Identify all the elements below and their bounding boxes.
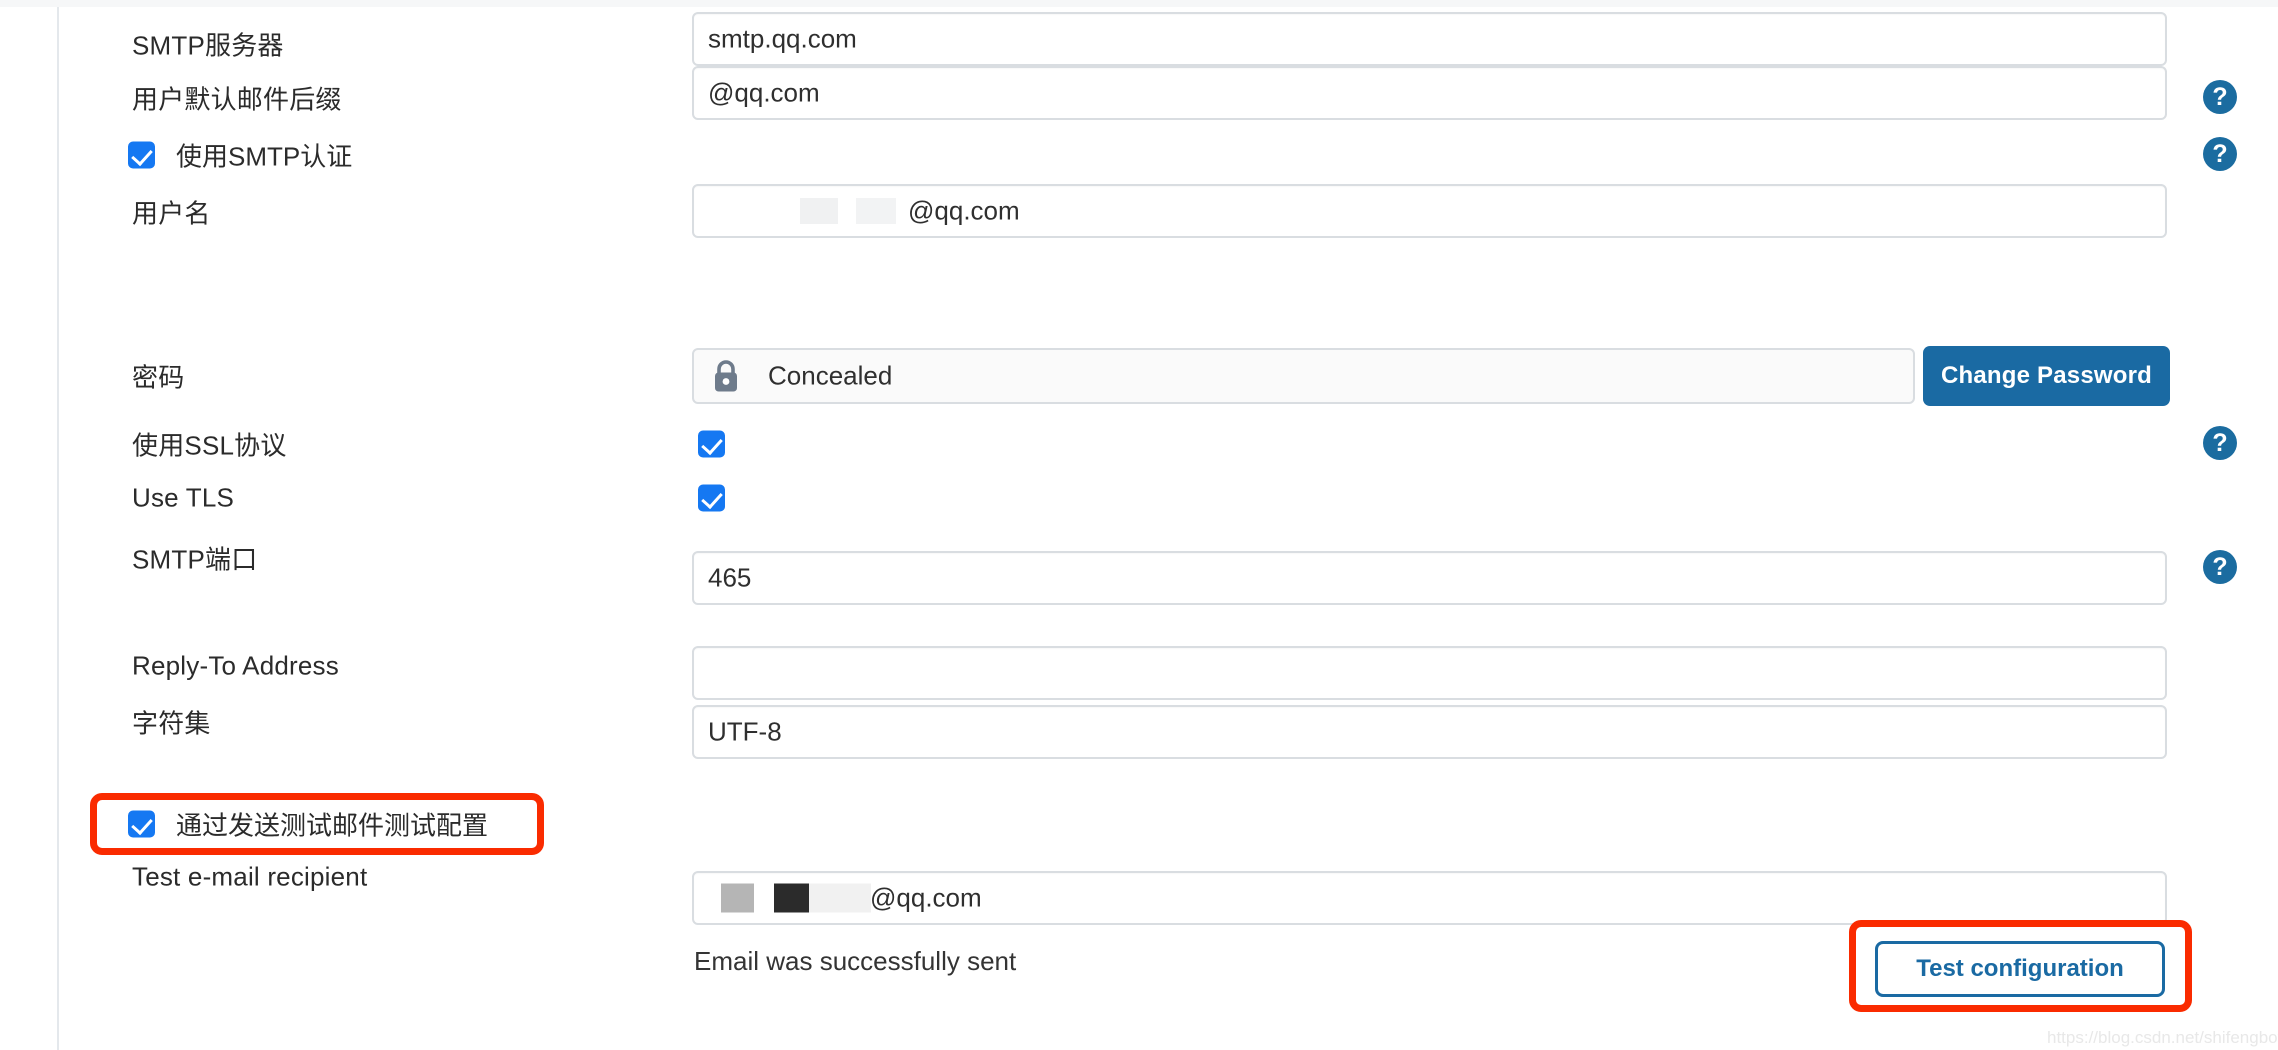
redaction-block: [774, 883, 809, 913]
redaction-block: [721, 883, 754, 913]
label-use-smtp-auth: 使用SMTP认证: [176, 141, 353, 172]
row-test-recipient: Test e-mail recipient @qq.com: [0, 845, 2278, 925]
label-test-recipient: Test e-mail recipient: [132, 861, 368, 892]
row-use-smtp-auth: 使用SMTP认证 ?: [0, 123, 2278, 187]
label-send-test-email: 通过发送测试邮件测试配置: [176, 810, 489, 841]
redaction-block: [856, 198, 896, 224]
change-password-button[interactable]: Change Password: [1923, 346, 2170, 406]
input-test-recipient[interactable]: @qq.com: [692, 871, 2167, 925]
label-use-ssl: 使用SSL协议: [132, 430, 287, 461]
input-username-value: @qq.com: [908, 195, 1020, 226]
redaction-block: [800, 198, 838, 224]
input-charset-value: UTF-8: [708, 716, 782, 747]
input-smtp-port[interactable]: 465: [692, 551, 2167, 605]
checkbox-use-tls[interactable]: [698, 484, 725, 512]
row-use-tls: Use TLS: [0, 466, 2278, 530]
help-icon-default-suffix[interactable]: ?: [2203, 80, 2237, 114]
row-default-suffix: 用户默认邮件后缀 @qq.com ?: [0, 66, 2278, 130]
label-smtp-port: SMTP端口: [132, 544, 258, 575]
help-icon-use-ssl[interactable]: ?: [2203, 426, 2237, 460]
help-icon-smtp-port[interactable]: ?: [2203, 550, 2237, 584]
input-smtp-server-value: smtp.qq.com: [708, 23, 857, 54]
row-charset: 字符集 UTF-8: [0, 690, 2278, 759]
watermark: https://blog.csdn.net/shifengboy: [2047, 1028, 2278, 1047]
label-use-tls: Use TLS: [132, 482, 235, 513]
checkbox-use-ssl[interactable]: [698, 430, 725, 458]
input-username[interactable]: @qq.com: [692, 184, 2167, 238]
checkbox-send-test-email[interactable]: [128, 810, 155, 838]
row-smtp-port: SMTP端口 465 ?: [0, 526, 2278, 605]
input-smtp-server[interactable]: smtp.qq.com: [692, 12, 2167, 66]
test-status-message: Email was successfully sent: [694, 946, 1017, 976]
test-configuration-button[interactable]: Test configuration: [1875, 941, 2165, 997]
row-reply-to: Reply-To Address: [0, 634, 2278, 700]
lock-icon: [715, 360, 737, 392]
label-reply-to: Reply-To Address: [132, 650, 339, 681]
label-default-suffix: 用户默认邮件后缀: [132, 84, 342, 115]
label-charset: 字符集: [132, 708, 211, 739]
row-username: 用户名 @qq.com: [0, 180, 2278, 244]
help-icon-use-smtp-auth[interactable]: ?: [2203, 137, 2237, 171]
input-charset[interactable]: UTF-8: [692, 705, 2167, 759]
redaction-block: [809, 883, 871, 913]
checkbox-use-smtp-auth[interactable]: [128, 141, 155, 169]
input-smtp-port-value: 465: [708, 562, 752, 593]
label-username: 用户名: [132, 198, 211, 229]
smtp-settings-form: SMTP服务器 smtp.qq.com 用户默认邮件后缀 @qq.com ? 使…: [0, 0, 2278, 1050]
label-password: 密码: [132, 362, 185, 393]
input-password[interactable]: Concealed: [692, 348, 1915, 404]
input-default-suffix-value: @qq.com: [708, 77, 820, 108]
input-test-recipient-value: @qq.com: [870, 882, 982, 913]
input-default-suffix[interactable]: @qq.com: [692, 66, 2167, 120]
input-password-value: Concealed: [768, 360, 893, 391]
label-smtp-server: SMTP服务器: [132, 30, 284, 61]
